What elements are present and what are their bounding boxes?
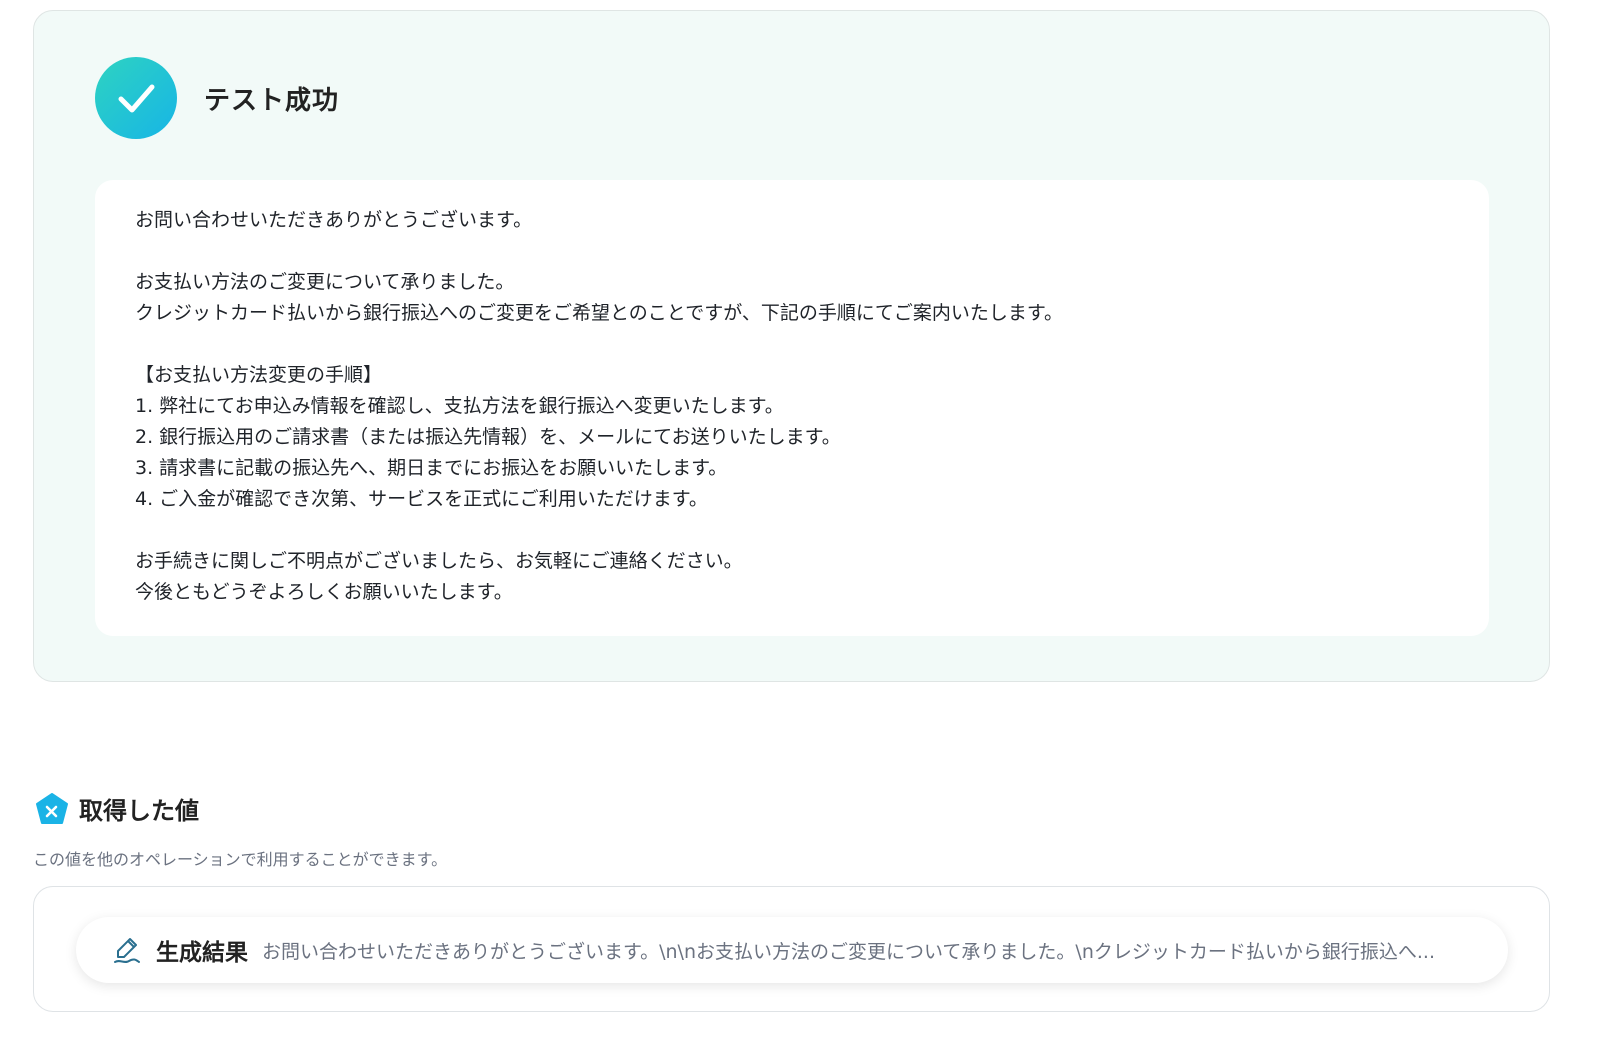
message-line: お問い合わせいただきありがとうございます。 xyxy=(135,209,533,231)
test-success-panel: テスト成功 お問い合わせいただきありがとうございます。 お支払い方法のご変更につ… xyxy=(33,10,1550,682)
message-line xyxy=(135,329,1449,360)
message-line: お手続きに関しご不明点がございましたら、お気軽にご連絡ください。 xyxy=(135,550,743,572)
message-line xyxy=(135,236,1449,267)
message-line: 1. 弊社にてお申込み情報を確認し、支払方法を銀行振込へ変更いたします。 xyxy=(135,395,784,417)
message-line: 【お支払い方法変更の手順】 xyxy=(135,364,383,386)
check-icon xyxy=(95,57,177,139)
message-line: 2. 銀行振込用のご請求書（または振込先情報）を、メールにてお送りいたします。 xyxy=(135,426,841,448)
message-line: 4. ご入金が確認でき次第、サービスを正式にご利用いただけます。 xyxy=(135,488,708,510)
result-label: 生成結果 xyxy=(156,940,248,966)
variables-description: この値を他のオペレーションで利用することができます。 xyxy=(33,850,448,869)
result-value: お問い合わせいただきありがとうございます。\n\nお支払い方法のご変更について承… xyxy=(262,940,1435,963)
message-line: クレジットカード払いから銀行振込へのご変更をご希望とのことですが、下記の手順にて… xyxy=(135,302,1063,324)
success-header: テスト成功 xyxy=(95,57,339,139)
pen-icon xyxy=(112,935,142,965)
variables-panel: 生成結果 お問い合わせいただきありがとうございます。\n\nお支払い方法のご変更… xyxy=(33,886,1550,1012)
message-card: お問い合わせいただきありがとうございます。 お支払い方法のご変更について承りまし… xyxy=(95,180,1489,636)
variable-x-icon xyxy=(35,792,69,826)
result-value-pill[interactable]: 生成結果 お問い合わせいただきありがとうございます。\n\nお支払い方法のご変更… xyxy=(76,917,1508,983)
message-line: 今後ともどうぞよろしくお願いいたします。 xyxy=(135,581,513,603)
variables-header: 取得した値 xyxy=(35,791,199,826)
message-line: 3. 請求書に記載の振込先へ、期日までにお振込をお願いいたします。 xyxy=(135,457,728,479)
message-line xyxy=(135,515,1449,546)
message-line: お支払い方法のご変更について承りました。 xyxy=(135,271,515,293)
success-title: テスト成功 xyxy=(204,85,340,116)
variables-title: 取得した値 xyxy=(79,797,199,825)
